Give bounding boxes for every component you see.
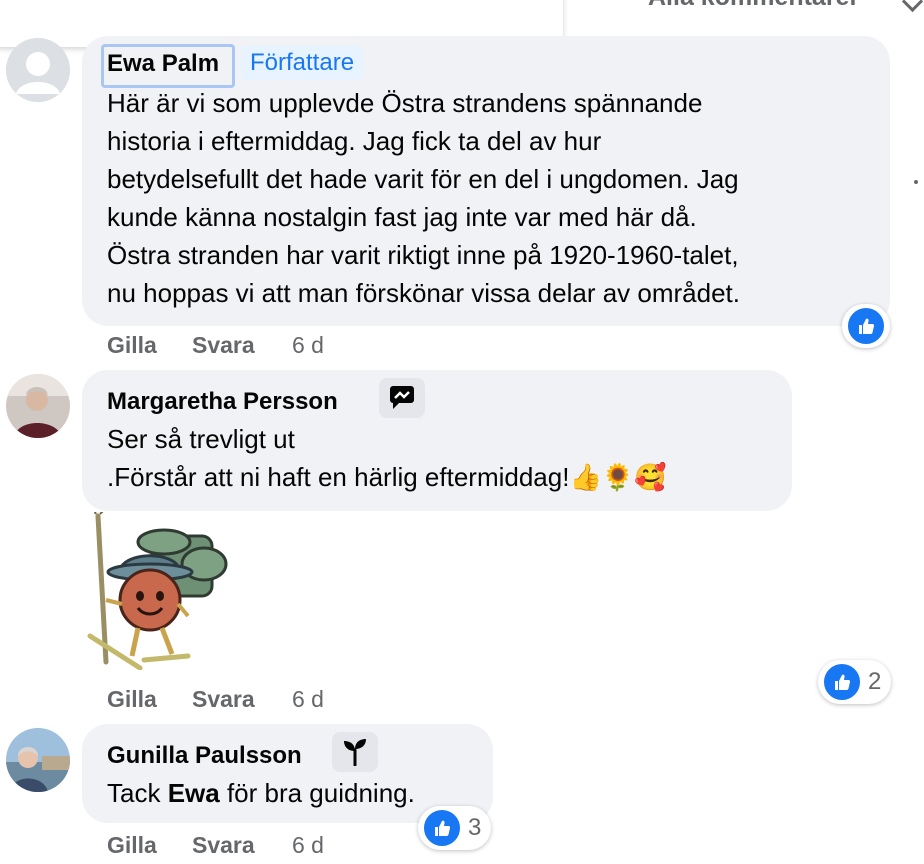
smiling-face-hearts-emoji: 🥰 — [634, 462, 667, 492]
conversation-starter-icon — [379, 378, 425, 418]
comment-actions: Gilla Svara 6 d — [107, 332, 367, 360]
comment-timestamp[interactable]: 6 d — [292, 832, 324, 859]
comment-text-line: Ser så trevligt ut — [107, 424, 295, 454]
new-member-sprout-icon — [332, 732, 378, 772]
comment-text-line: betydelsefullt det hade varit för en del… — [107, 164, 739, 194]
default-avatar-icon[interactable] — [6, 38, 70, 102]
author-badge: Författare — [241, 46, 364, 80]
reaction-summary[interactable]: 2 — [818, 660, 892, 704]
reaction-summary[interactable]: 3 — [418, 806, 492, 850]
comment-text-line: .Förstår att ni haft en härlig eftermidd… — [107, 458, 667, 496]
comment-actions: Gilla Svara 6 d — [107, 832, 367, 860]
reply-button[interactable]: Svara — [192, 832, 255, 859]
comment-author[interactable]: Ewa Palm — [107, 50, 219, 78]
like-icon — [422, 808, 462, 848]
reaction-count: 3 — [468, 814, 482, 841]
comment-timestamp[interactable]: 6 d — [292, 686, 324, 713]
comment-author[interactable]: Gunilla Paulsson — [107, 742, 302, 770]
sort-comments-label[interactable]: Alla kommentarer — [648, 0, 859, 12]
comment-author[interactable]: Margaretha Persson — [107, 388, 338, 416]
sunflower-emoji: 🌻 — [601, 462, 635, 492]
comment-text: .Förstår att ni haft en härlig eftermidd… — [107, 462, 570, 492]
comment-timestamp[interactable]: 6 d — [292, 332, 324, 359]
like-button[interactable]: Gilla — [107, 832, 157, 859]
comment-text-line: nu hoppas vi att man förskönar vissa del… — [107, 278, 740, 308]
comment-text: Tack — [107, 778, 168, 808]
thumbs-up-emoji: 👍 — [569, 462, 602, 492]
reply-button[interactable]: Svara — [192, 686, 255, 713]
comment-text-line: Här är vi som upplevde Östra strandens s… — [107, 88, 703, 118]
comment-actions: Gilla Svara 6 d — [107, 686, 367, 714]
avatar[interactable] — [6, 374, 70, 438]
comment-text-line: kunde känna nostalgin fast jag inte var … — [107, 202, 697, 232]
hiker-sticker[interactable] — [84, 509, 244, 671]
reaction-count: 2 — [868, 668, 882, 695]
comment-text-line: Östra stranden har varit riktigt inne på… — [107, 240, 739, 270]
avatar[interactable] — [6, 728, 70, 792]
like-icon — [846, 306, 886, 346]
comment-text: för bra guidning. — [219, 778, 415, 808]
mention-link[interactable]: Ewa — [168, 778, 220, 808]
comment-text-line: historia i eftermiddag. Jag fick ta del … — [107, 126, 602, 156]
comments-section: Alla kommentarer Ewa Palm Författare Här… — [0, 0, 924, 864]
reply-button[interactable]: Svara — [192, 332, 255, 359]
like-button[interactable]: Gilla — [107, 332, 157, 359]
like-button[interactable]: Gilla — [107, 686, 157, 713]
more-options-dot-icon[interactable] — [914, 180, 918, 184]
reaction-summary[interactable] — [842, 304, 890, 348]
like-icon — [822, 662, 862, 702]
chevron-down-icon[interactable] — [901, 0, 924, 13]
comment-text-line: Tack Ewa för bra guidning. — [107, 774, 415, 812]
